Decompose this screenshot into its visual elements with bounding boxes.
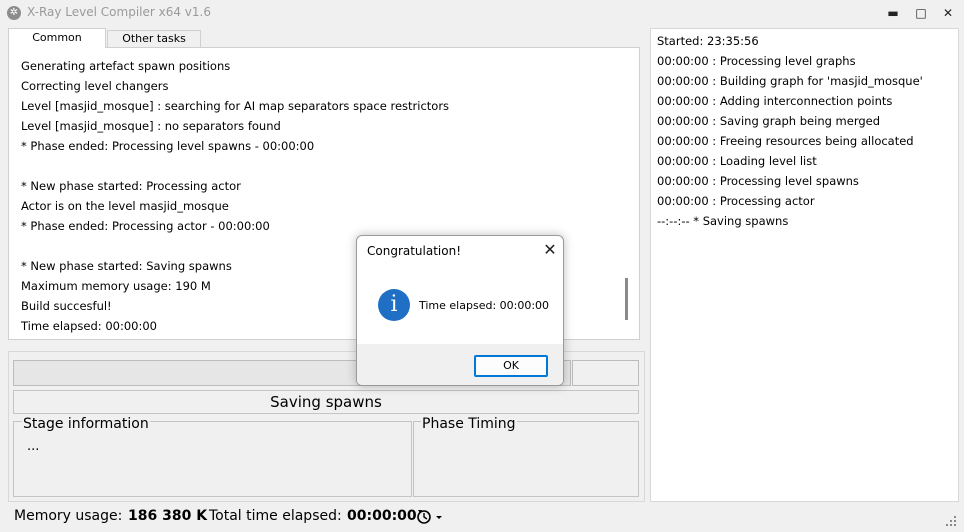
- phase-log-line: 00:00:00 : Saving graph being merged: [657, 114, 881, 128]
- tab-common[interactable]: Common: [8, 28, 106, 48]
- phase-log-line: 00:00:00 : Building graph for 'masjid_mo…: [657, 74, 923, 88]
- stage-information-box: [13, 421, 412, 497]
- close-icon[interactable]: ✕: [936, 4, 960, 22]
- total-time-label: Total time elapsed:: [209, 508, 342, 524]
- phase-log-line: 00:00:00 : Processing level graphs: [657, 54, 856, 68]
- resize-grip-icon[interactable]: [944, 514, 958, 528]
- log-line: Correcting level changers: [21, 79, 169, 93]
- timer-dropdown-icon[interactable]: [415, 507, 445, 525]
- info-icon: i: [378, 289, 410, 321]
- dialog-message: Time elapsed: 00:00:00: [419, 299, 550, 312]
- phase-log-line: Started: 23:35:56: [657, 34, 759, 48]
- window-title: X-Ray Level Compiler x64 v1.6: [27, 5, 211, 19]
- phase-log-line: --:--:-- * Saving spawns: [657, 214, 789, 228]
- log-scrollbar-thumb[interactable]: [625, 278, 628, 320]
- minimize-icon[interactable]: ▬: [881, 4, 905, 22]
- phase-name: Saving spawns: [13, 390, 639, 414]
- phase-timing-box: [413, 421, 639, 497]
- phase-log-line: 00:00:00 : Processing actor: [657, 194, 815, 208]
- stage-information-title: Stage information: [22, 416, 150, 432]
- log-line: Generating artefact spawn positions: [21, 59, 231, 73]
- log-line: Level [masjid_mosque] : searching for AI…: [21, 99, 450, 113]
- phase-log-line: 00:00:00 : Loading level list: [657, 154, 817, 168]
- phase-log-line: 00:00:00 : Freeing resources being alloc…: [657, 134, 914, 148]
- phase-log-line: 00:00:00 : Adding interconnection points: [657, 94, 893, 108]
- maximize-icon[interactable]: □: [909, 4, 933, 22]
- congratulation-dialog: Congratulation! ✕ i Time elapsed: 00:00:…: [356, 235, 564, 386]
- phase-timing-title: Phase Timing: [421, 416, 517, 432]
- phase-log-panel[interactable]: Started: 23:35:56 00:00:00 : Processing l…: [650, 28, 959, 502]
- dialog-close-icon[interactable]: ✕: [540, 240, 560, 260]
- app-icon: ✲: [7, 6, 21, 20]
- log-line: * Phase ended: Processing actor - 00:00:…: [21, 219, 270, 233]
- log-line: * New phase started: Processing actor: [21, 179, 241, 193]
- tab-other-tasks[interactable]: Other tasks: [107, 30, 201, 48]
- ok-button[interactable]: OK: [474, 355, 548, 377]
- stage-information-text: ...: [27, 439, 40, 454]
- total-time-value: 00:00:00: [347, 508, 417, 524]
- memory-usage-value: 186 380 K: [128, 508, 208, 524]
- dialog-title: Congratulation!: [367, 244, 462, 258]
- memory-usage-label: Memory usage:: [14, 508, 123, 524]
- log-line: Actor is on the level masjid_mosque: [21, 199, 229, 213]
- progress-secondary: [572, 360, 639, 386]
- log-line: Level [masjid_mosque] : no separators fo…: [21, 119, 281, 133]
- log-line: * Phase ended: Processing level spawns -…: [21, 139, 315, 153]
- phase-log-line: 00:00:00 : Processing level spawns: [657, 174, 859, 188]
- phase-log-lines: Started: 23:35:56 00:00:00 : Processing l…: [657, 31, 923, 231]
